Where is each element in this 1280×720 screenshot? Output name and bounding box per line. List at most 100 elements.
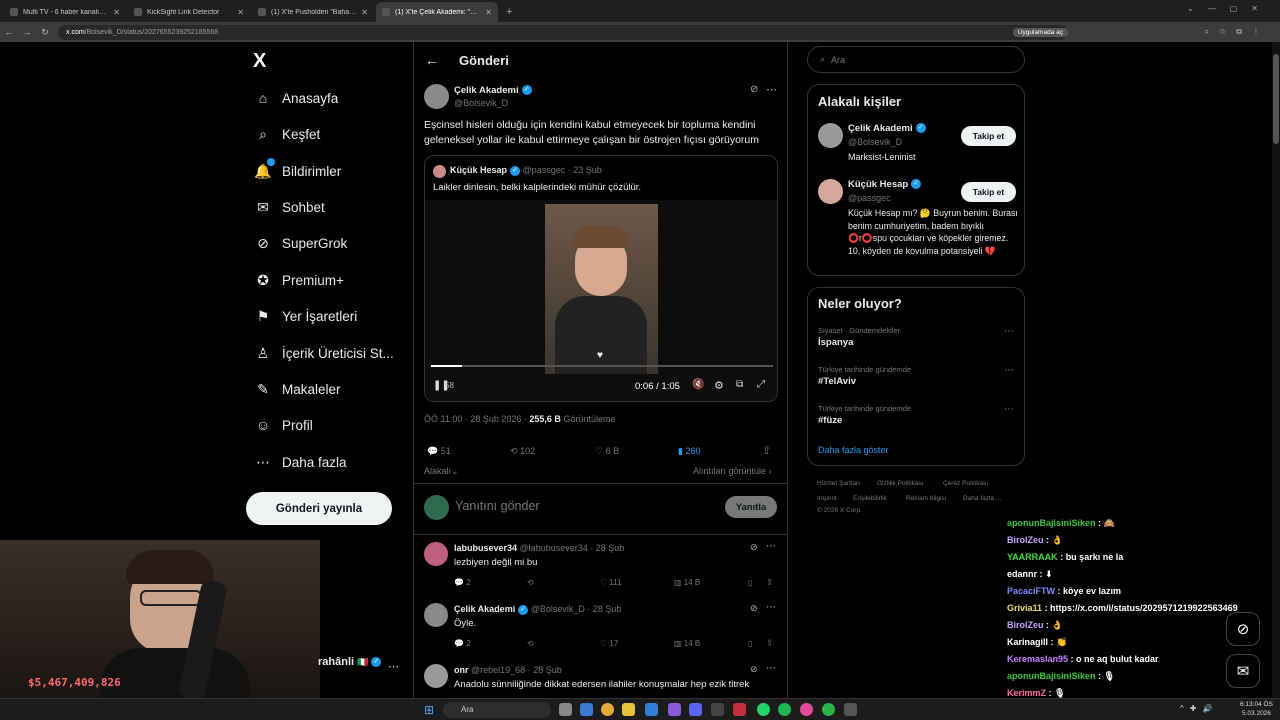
mute-icon[interactable]: 🔇 [692,379,704,390]
reply-avatar[interactable] [424,542,448,566]
like-action[interactable]: ♡ 111 [600,578,622,587]
chat-username[interactable]: edannr [1007,569,1037,579]
grok-icon[interactable]: ⊘ [750,664,758,675]
chat-username[interactable]: PacaciFTW [1007,586,1055,596]
taskbar-search[interactable]: Ara [443,702,551,718]
footer-link[interactable]: Erişilebilirlik [853,495,887,502]
more-dots-icon[interactable]: ⋯ [766,602,776,613]
url-field[interactable]: x.com/Bolsevik_D/status/2027655239252185… [58,24,1068,40]
bookmark-action[interactable]: ▮ 260 [678,446,701,457]
reply-author-name[interactable]: Çelik Akademi [454,604,515,614]
nav-item-mail[interactable]: ✉ Sohbet [254,192,325,222]
reply-author-name[interactable]: onr [454,665,469,675]
reply-action[interactable]: 💬 2 [454,578,471,587]
messages-float-button[interactable]: ✉ [1226,654,1260,688]
nav-item-profile[interactable]: ☺ Profil [254,410,313,440]
follow-button[interactable]: Takip et [961,126,1016,146]
taskbar-app-icon[interactable] [733,703,746,716]
reply-button[interactable]: Yanıtla [725,496,777,518]
like-action[interactable]: ♡ 6 B [595,446,619,457]
taskbar-app-icon[interactable] [622,703,635,716]
author-avatar[interactable] [424,84,449,109]
person-handle[interactable]: @Bolsevik_D [848,137,902,147]
trend-name[interactable]: #TelAviv [818,376,856,387]
forward-icon[interactable]: → [18,27,36,37]
chat-username[interactable]: aponunBajisiniSiken [1007,518,1096,528]
nav-item-more[interactable]: ⋯ Daha fazla [254,447,347,477]
grok-float-button[interactable]: ⊘ [1226,612,1260,646]
browser-tab[interactable]: (1) X'te Pusholden "Bahanın mı...✕ [252,2,374,22]
taskbar-app-icon[interactable] [711,703,724,716]
taskbar-app-icon[interactable] [822,703,835,716]
system-tray-icons[interactable]: ^✚🔊 [1180,704,1218,713]
nav-item-premium[interactable]: ✪ Premium+ [254,265,344,295]
pip-icon[interactable]: ⧉ [736,379,743,390]
footer-link[interactable]: Çerez Politikası [943,480,988,487]
more-dots-icon[interactable]: ⋯ [388,660,399,673]
grok-icon[interactable]: ⊘ [750,84,758,95]
reply-action[interactable]: 💬 2 [454,639,471,648]
view-quotes-link[interactable]: Alıntıları görüntüle › [693,466,772,476]
footer-link[interactable]: Hizmet Şartları [817,480,860,487]
settings-icon[interactable]: ⚙ [714,379,724,392]
chat-username[interactable]: KerimmZ [1007,688,1046,698]
chat-username[interactable]: Grivia11 [1007,603,1042,613]
nav-item-articles[interactable]: ✎ Makaleler [254,374,340,404]
browser-tab-active[interactable]: (1) X'te Çelik Akademi: "Eşcins...✕ [376,2,498,22]
video-player[interactable]: ♥ ❚❚ 58 0:06 / 1:05 🔇 ⚙ ⧉ ⤢ [425,200,777,401]
back-arrow-icon[interactable]: ← [425,52,439,68]
more-dots-icon[interactable]: ⋯ [1004,365,1014,376]
page-scrollbar[interactable] [1272,42,1280,698]
share-icon[interactable]: ⇪ [766,638,774,649]
reply-avatar[interactable] [424,664,448,688]
scrollbar-thumb[interactable] [1273,54,1279,144]
video-progress-track[interactable] [431,365,773,367]
taskbar-app-icon[interactable] [689,703,702,716]
more-dots-icon[interactable]: ⋯ [766,541,776,552]
chat-username[interactable]: Keremaslan95 [1007,654,1068,664]
grok-icon[interactable]: ⊘ [750,542,758,553]
close-icon[interactable]: ✕ [361,8,368,17]
open-in-app-button[interactable]: Uygulamada aç [1012,27,1068,37]
taskbar-app-icon[interactable] [668,703,681,716]
nav-item-search[interactable]: ⌕ Keşfet [254,119,320,149]
repost-action[interactable]: ⟲ [527,639,534,648]
reply-avatar[interactable] [424,603,448,627]
views-stat[interactable]: ▥ 14 B [674,578,700,587]
browser-toolbar-icons[interactable]: ⌕☆⧉⋮ [1205,27,1270,37]
reply-action[interactable]: 💬 51 [427,446,451,457]
fullscreen-icon[interactable]: ⤢ [757,379,765,390]
taskbar-app-icon[interactable] [757,703,770,716]
reload-icon[interactable]: ↻ [36,27,54,38]
more-dots-icon[interactable]: ⋯ [1004,326,1014,337]
share-icon[interactable]: ⇪ [766,577,774,588]
taskbar-app-icon[interactable] [580,703,593,716]
chat-username[interactable]: YAARRAAK [1007,552,1058,562]
footer-link[interactable]: Daha fazla ... [963,495,1001,502]
person-handle[interactable]: @passgec [848,193,891,203]
taskbar-app-icon[interactable] [559,703,572,716]
reply-author-handle[interactable]: @labubusever34 [520,543,588,553]
grok-icon[interactable]: ⊘ [750,603,758,614]
nav-item-creator-studio[interactable]: ♙ İçerik Üreticisi St... [254,338,394,368]
taskbar-app-icon[interactable] [601,703,614,716]
footer-link[interactable]: Gizlilik Politikası [877,480,924,487]
repost-action[interactable]: ⟲ 102 [510,446,535,457]
nav-item-bell[interactable]: 🔔 Bildirimler [254,156,341,186]
person-avatar[interactable] [818,179,843,204]
more-dots-icon[interactable]: ⋯ [766,663,776,674]
views-stat[interactable]: ▥ 14 B [674,639,700,648]
trend-name[interactable]: İspanya [818,337,853,348]
close-icon[interactable]: ✕ [485,8,492,17]
trend-name[interactable]: #füze [818,415,842,426]
close-icon[interactable]: ✕ [237,8,244,17]
repost-action[interactable]: ⟲ [527,578,534,587]
browser-tab[interactable]: KickSight Link Detector ✕ [128,2,250,22]
windows-start-icon[interactable]: ⊞ [424,703,434,717]
nav-item-home[interactable]: ⌂ Anasayfa [254,83,339,113]
author-handle[interactable]: @Bolsevik_D [454,98,508,108]
taskbar-app-icon[interactable] [778,703,791,716]
follow-button[interactable]: Takip et [961,182,1016,202]
share-icon[interactable]: ⇪ [762,444,771,457]
show-more-link[interactable]: Daha fazla göster [818,445,889,455]
